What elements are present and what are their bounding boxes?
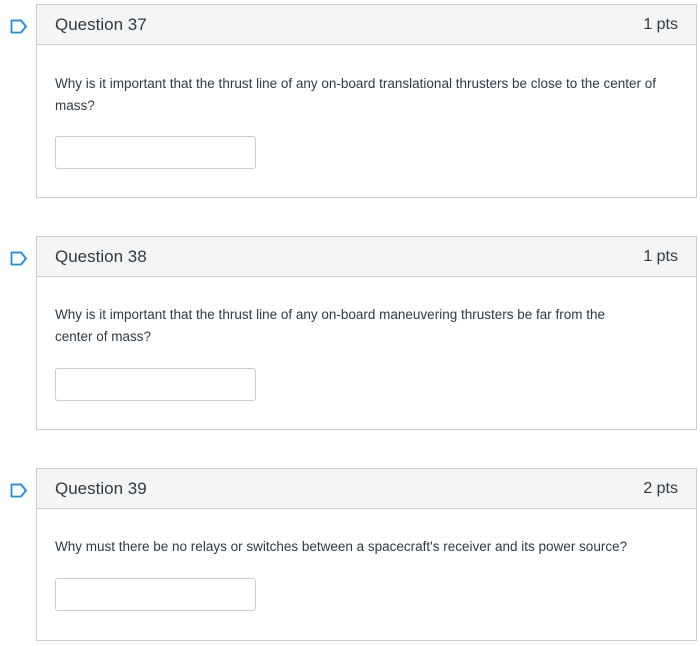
question-text: Why must there be no relays or switches … bbox=[55, 539, 628, 554]
answer-input[interactable] bbox=[55, 368, 256, 401]
flag-question-icon[interactable] bbox=[10, 251, 28, 266]
question-title: Question 37 bbox=[55, 15, 147, 34]
question-header: Question 37 1 pts bbox=[37, 5, 696, 45]
question-points: 1 pts bbox=[643, 248, 678, 265]
question-card: Question 38 1 pts Why is it important th… bbox=[36, 236, 697, 430]
question-card: Question 37 1 pts Why is it important th… bbox=[36, 4, 697, 198]
question-title: Question 39 bbox=[55, 479, 147, 498]
question-text: Why is it important that the thrust line… bbox=[55, 307, 606, 344]
question-card: Question 39 2 pts Why must there be no r… bbox=[36, 468, 697, 641]
question-text: Why is it important that the thrust line… bbox=[55, 76, 657, 113]
question-title: Question 38 bbox=[55, 247, 147, 266]
flag-question-icon[interactable] bbox=[10, 483, 28, 498]
question-points: 1 pts bbox=[643, 16, 678, 33]
question-header: Question 38 1 pts bbox=[37, 237, 696, 277]
question-header: Question 39 2 pts bbox=[37, 469, 696, 509]
question-points: 2 pts bbox=[643, 480, 678, 497]
answer-input[interactable] bbox=[55, 136, 256, 169]
flag-question-icon[interactable] bbox=[10, 19, 28, 34]
answer-input[interactable] bbox=[55, 578, 256, 611]
